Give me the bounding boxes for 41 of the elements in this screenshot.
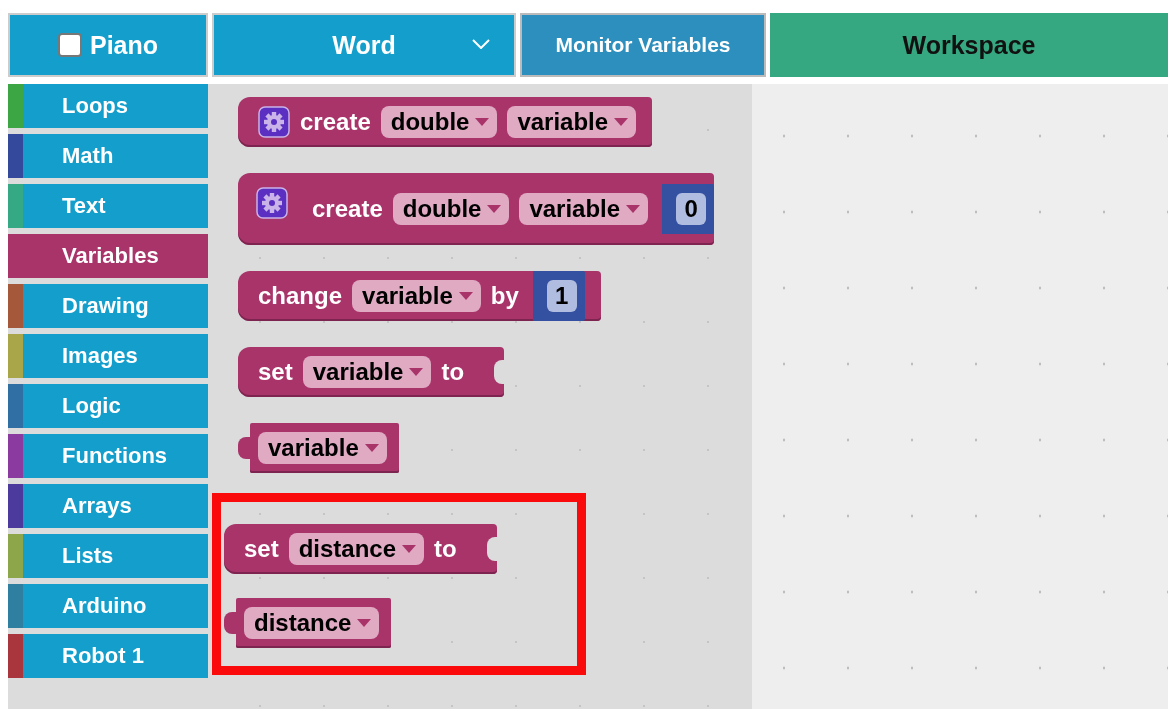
- number-field[interactable]: 1: [546, 280, 577, 312]
- variable-dropdown[interactable]: distance: [288, 533, 425, 565]
- caret-icon: [475, 118, 490, 126]
- gear-icon[interactable]: [258, 106, 290, 138]
- number-field[interactable]: 0: [676, 193, 707, 225]
- checkbox[interactable]: [57, 33, 82, 57]
- caret-icon: [626, 205, 641, 213]
- chevron-down-icon: [472, 39, 490, 49]
- block-label: create: [312, 195, 383, 223]
- block-label: by: [490, 282, 519, 310]
- block-label: create: [300, 108, 371, 136]
- variable-dropdown[interactable]: double: [392, 193, 510, 225]
- variable-dropdown[interactable]: variable: [302, 356, 432, 388]
- variable-dropdown[interactable]: variable: [258, 432, 387, 464]
- sketch-title: Piano: [89, 30, 159, 60]
- caret-icon: [458, 292, 473, 300]
- variable-dropdown[interactable]: variable: [519, 193, 649, 225]
- block-label: to: [441, 358, 465, 386]
- workspace-tab[interactable]: Workspace: [770, 13, 1168, 77]
- category-item[interactable]: Variables: [8, 234, 208, 278]
- block-label: to: [434, 535, 457, 563]
- variable-dropdown[interactable]: double: [380, 106, 498, 138]
- monitor-variables-button[interactable]: Monitor Variables: [520, 13, 766, 77]
- caret-icon: [357, 619, 372, 627]
- statement-block[interactable]: create double variable: [238, 97, 653, 147]
- statement-block[interactable]: set variable to: [238, 347, 505, 397]
- statement-block[interactable]: create double variable 0: [238, 173, 715, 245]
- block-label: set: [258, 358, 293, 386]
- variable-dropdown[interactable]: distance: [244, 607, 380, 639]
- block-label: change: [258, 282, 343, 310]
- block-label: set: [244, 535, 279, 563]
- caret-icon: [402, 545, 417, 553]
- caret-icon: [614, 118, 629, 126]
- statement-block[interactable]: change variable by 1: [238, 271, 601, 321]
- gear-icon[interactable]: [256, 187, 288, 219]
- statement-block[interactable]: set distance to: [224, 524, 497, 574]
- caret-icon: [364, 444, 379, 452]
- caret-icon: [409, 368, 424, 376]
- variable-dropdown[interactable]: variable: [507, 106, 637, 138]
- caret-icon: [487, 205, 502, 213]
- variable-dropdown[interactable]: variable: [352, 280, 481, 312]
